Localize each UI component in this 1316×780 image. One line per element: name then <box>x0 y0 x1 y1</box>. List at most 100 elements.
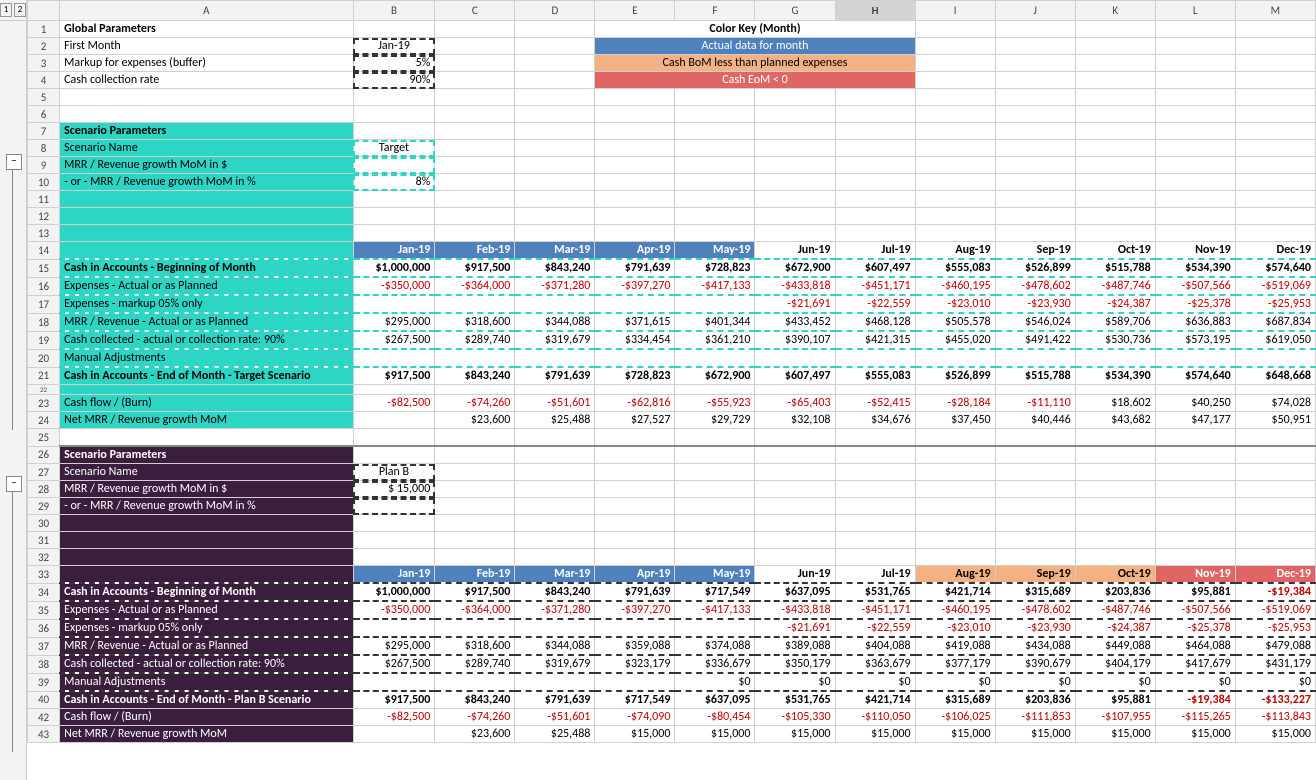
cell[interactable] <box>595 157 675 174</box>
cell[interactable] <box>1235 55 1315 72</box>
cell[interactable] <box>1075 385 1155 395</box>
col-K[interactable]: K <box>1075 1 1155 21</box>
bom-cell[interactable]: $607,497 <box>835 259 915 277</box>
row-8[interactable]: 8Scenario NameTarget <box>28 140 1316 157</box>
first-month-label[interactable]: First Month <box>60 38 354 55</box>
growth-pct-input[interactable]: 8% <box>353 174 435 191</box>
cell[interactable] <box>995 498 1075 515</box>
coll-cell[interactable]: $404,179 <box>1075 655 1155 673</box>
man-cell[interactable] <box>995 349 1075 367</box>
cell[interactable] <box>435 174 515 191</box>
rev-label[interactable]: MRR / Revenue - Actual or as Planned <box>60 313 354 331</box>
cell[interactable] <box>915 72 995 89</box>
col-D[interactable]: D <box>515 1 595 21</box>
scenario-params-title[interactable]: Scenario Parameters <box>60 123 354 140</box>
cell[interactable] <box>915 140 995 157</box>
man-cell[interactable] <box>435 673 515 691</box>
cell[interactable] <box>1155 515 1235 532</box>
expMk-cell[interactable]: -$22,559 <box>835 619 915 637</box>
net-cell[interactable]: $25,488 <box>515 412 595 429</box>
expMk-cell[interactable]: -$21,691 <box>755 619 835 637</box>
row-header-33[interactable]: 33 <box>28 566 60 584</box>
first-month-input[interactable]: Jan-19 <box>353 38 435 55</box>
expMk-cell[interactable]: -$23,010 <box>915 295 995 313</box>
coll-cell[interactable]: $289,740 <box>435 331 515 349</box>
cell[interactable] <box>675 157 755 174</box>
cell[interactable] <box>595 174 675 191</box>
scenario-params-title[interactable]: Scenario Parameters <box>60 446 354 464</box>
burn-cell[interactable]: -$105,330 <box>755 709 835 726</box>
cell[interactable] <box>835 208 915 225</box>
row-header-34[interactable]: 34 <box>28 583 60 601</box>
burn-cell[interactable]: $40,250 <box>1155 395 1235 412</box>
col-H[interactable]: H <box>835 1 915 21</box>
exp-cell[interactable]: -$507,566 <box>1155 277 1235 295</box>
man-cell[interactable]: $0 <box>1155 673 1235 691</box>
cell[interactable] <box>353 208 435 225</box>
bom-cell[interactable]: $1,000,000 <box>353 583 435 601</box>
row-38[interactable]: 38Cash collected - actual or collection … <box>28 655 1316 673</box>
man-cell[interactable]: $0 <box>915 673 995 691</box>
cell[interactable] <box>1075 429 1155 447</box>
row-24[interactable]: 24Net MRR / Revenue growth MoM$23,600$25… <box>28 412 1316 429</box>
burn-cell[interactable]: -$28,184 <box>915 395 995 412</box>
row-header-5[interactable]: 5 <box>28 89 60 106</box>
exp-cell[interactable]: -$397,270 <box>595 277 675 295</box>
cell[interactable] <box>755 532 835 549</box>
cell[interactable] <box>60 242 354 260</box>
rev-cell[interactable]: $318,600 <box>435 313 515 331</box>
month-header[interactable]: May-19 <box>675 242 755 260</box>
cell[interactable] <box>675 481 755 498</box>
cell[interactable] <box>595 191 675 208</box>
row-header-26[interactable]: 26 <box>28 446 60 464</box>
expMk-cell[interactable]: -$25,378 <box>1155 619 1235 637</box>
cell[interactable] <box>515 464 595 481</box>
color-key-blue[interactable]: Actual data for month <box>595 38 915 55</box>
cell[interactable] <box>675 446 755 464</box>
expMk-cell[interactable]: -$23,010 <box>915 619 995 637</box>
row-header-28[interactable]: 28 <box>28 481 60 498</box>
cell[interactable] <box>595 498 675 515</box>
cell[interactable] <box>915 89 995 106</box>
row-26[interactable]: 26Scenario Parameters <box>28 446 1316 464</box>
cell[interactable] <box>995 532 1075 549</box>
cell[interactable] <box>755 225 835 242</box>
bom-cell[interactable]: $526,899 <box>995 259 1075 277</box>
growth-dollar-input[interactable]: $ 15,000 <box>353 481 435 498</box>
cell[interactable] <box>1075 55 1155 72</box>
coll-cell[interactable]: $267,500 <box>353 655 435 673</box>
coll-cell[interactable]: $421,315 <box>835 331 915 349</box>
outline-levels[interactable]: 1 2 <box>0 0 26 21</box>
column-header-row[interactable]: A B C D E F G H I J K L M <box>28 1 1316 21</box>
cell[interactable] <box>915 481 995 498</box>
cell[interactable] <box>515 429 595 447</box>
cell[interactable] <box>595 123 675 140</box>
cell[interactable] <box>595 429 675 447</box>
row-3[interactable]: 3Markup for expenses (buffer)5%Cash BoM … <box>28 55 1316 72</box>
row-header-29[interactable]: 29 <box>28 498 60 515</box>
net-cell[interactable]: $15,000 <box>995 726 1075 743</box>
row-35[interactable]: 35Expenses - Actual or as Planned-$350,0… <box>28 601 1316 619</box>
cell[interactable] <box>1235 106 1315 123</box>
cell[interactable] <box>915 549 995 566</box>
cell[interactable] <box>1075 21 1155 38</box>
cell[interactable] <box>755 157 835 174</box>
cell[interactable] <box>915 532 995 549</box>
row-25[interactable]: 25 <box>28 429 1316 447</box>
coll-cell[interactable]: $390,107 <box>755 331 835 349</box>
man-cell[interactable] <box>1075 349 1155 367</box>
collection-input[interactable]: 90% <box>353 72 435 89</box>
outline-level-1[interactable]: 1 <box>0 3 12 17</box>
net-cell[interactable]: $15,000 <box>675 726 755 743</box>
coll-cell[interactable]: $350,179 <box>755 655 835 673</box>
cell[interactable] <box>435 157 515 174</box>
cell[interactable] <box>995 225 1075 242</box>
cell[interactable] <box>515 89 595 106</box>
cell[interactable] <box>835 89 915 106</box>
eom-cell[interactable]: $672,900 <box>675 367 755 385</box>
cell[interactable] <box>1075 515 1155 532</box>
bom-cell[interactable]: $203,836 <box>1075 583 1155 601</box>
cell[interactable] <box>1155 208 1235 225</box>
row-header-15[interactable]: 15 <box>28 259 60 277</box>
exp-cell[interactable]: -$487,746 <box>1075 277 1155 295</box>
